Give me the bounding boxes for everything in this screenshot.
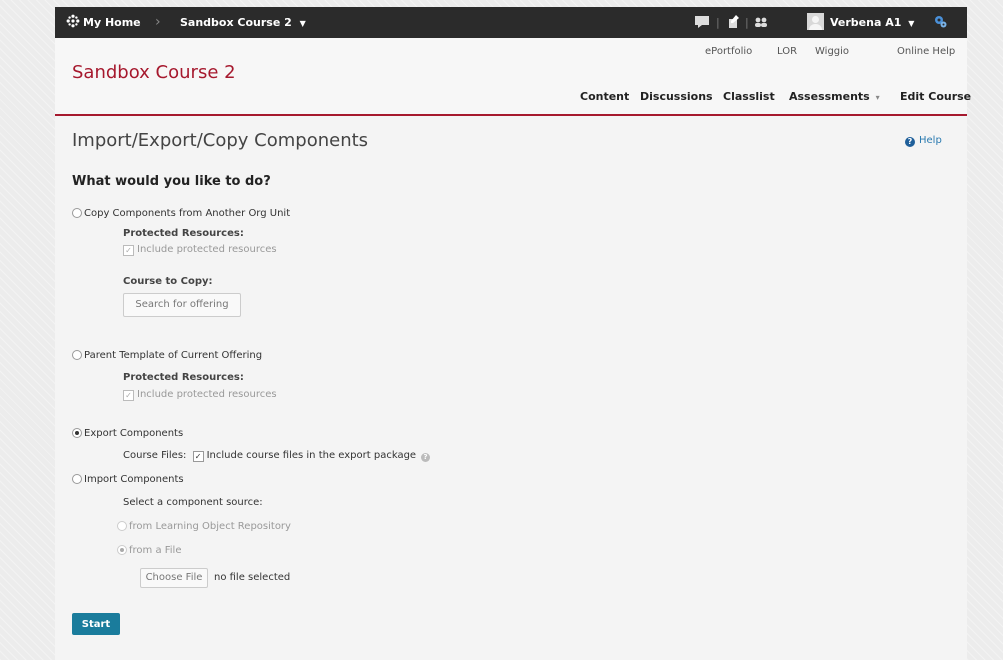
help-link[interactable]: ? Help bbox=[905, 135, 942, 147]
pencil-icon[interactable] bbox=[727, 7, 739, 38]
source-lor-option: from Learning Object Repository bbox=[117, 521, 291, 532]
parent-template-label: Parent Template of Current Offering bbox=[84, 350, 263, 361]
choose-file-button[interactable]: Choose File bbox=[140, 568, 208, 588]
top-navbar: My Home › Sandbox Course 2 ▼ | | Verbena… bbox=[55, 7, 967, 38]
copy-label: Copy Components from Another Org Unit bbox=[84, 208, 291, 219]
option-import[interactable]: Import Components bbox=[72, 474, 184, 485]
course-selector[interactable]: Sandbox Course 2 ▼ bbox=[180, 7, 306, 38]
course-selector-label: Sandbox Course 2 bbox=[180, 16, 292, 29]
caret-down-icon: ▼ bbox=[299, 19, 306, 28]
help-icon: ? bbox=[905, 137, 915, 147]
parent-protected-label: Include protected resources bbox=[137, 389, 277, 400]
source-file-option: from a File bbox=[117, 545, 182, 556]
parent-protected-option: ✓ Include protected resources bbox=[123, 389, 277, 401]
copy-radio[interactable] bbox=[72, 208, 82, 218]
source-file-label: from a File bbox=[129, 545, 182, 556]
separator: | bbox=[716, 16, 720, 29]
nav-discussions[interactable]: Discussions bbox=[640, 90, 713, 103]
parent-template-radio[interactable] bbox=[72, 350, 82, 360]
import-label: Import Components bbox=[84, 474, 184, 485]
source-file-radio bbox=[117, 545, 127, 555]
copy-protected-label: Include protected resources bbox=[137, 244, 277, 255]
chevron-right-icon: › bbox=[155, 14, 161, 30]
user-name: Verbena A1 bbox=[830, 16, 902, 29]
search-offering-button[interactable]: Search for offering bbox=[123, 293, 241, 317]
component-source-prompt: Select a component source: bbox=[123, 497, 263, 508]
caret-down-icon: ▼ bbox=[908, 19, 915, 28]
my-home-label: My Home bbox=[83, 16, 141, 29]
caret-down-icon: ▾ bbox=[875, 93, 880, 102]
source-lor-radio bbox=[117, 521, 127, 531]
course-header: Sandbox Course 2 ePortfolio LOR Wiggio O… bbox=[55, 38, 971, 116]
parent-protected-heading: Protected Resources: bbox=[123, 372, 244, 383]
avatar bbox=[807, 13, 824, 30]
nav-edit-course[interactable]: Edit Course bbox=[900, 90, 971, 103]
nav-assessments[interactable]: Assessments ▾ bbox=[789, 90, 880, 103]
course-files-checkbox-label: Include course files in the export packa… bbox=[206, 450, 417, 461]
option-export[interactable]: Export Components bbox=[72, 428, 183, 439]
course-files-row: Course Files: ✓ Include course files in t… bbox=[123, 450, 431, 462]
question-heading: What would you like to do? bbox=[72, 174, 271, 189]
link-online-help[interactable]: Online Help bbox=[897, 46, 955, 57]
message-icon[interactable] bbox=[695, 7, 709, 38]
course-files-checkbox[interactable]: ✓ bbox=[192, 451, 204, 462]
gear-icon[interactable] bbox=[934, 7, 947, 38]
daisy-logo-icon bbox=[66, 14, 80, 28]
import-radio[interactable] bbox=[72, 474, 82, 484]
my-home-link[interactable]: My Home bbox=[66, 7, 141, 38]
option-copy[interactable]: Copy Components from Another Org Unit bbox=[72, 208, 290, 219]
copy-protected-heading: Protected Resources: bbox=[123, 228, 244, 239]
option-parent-template[interactable]: Parent Template of Current Offering bbox=[72, 350, 262, 361]
separator: | bbox=[745, 16, 749, 29]
main-content: Import/Export/Copy Components ? Help What… bbox=[55, 116, 967, 660]
question-icon[interactable]: ? bbox=[421, 453, 431, 462]
user-menu[interactable]: Verbena A1 ▼ bbox=[807, 7, 914, 38]
course-title[interactable]: Sandbox Course 2 bbox=[72, 62, 236, 83]
nav-classlist[interactable]: Classlist bbox=[723, 90, 775, 103]
course-to-copy-heading: Course to Copy: bbox=[123, 276, 213, 287]
course-files-label: Course Files: bbox=[123, 450, 187, 461]
file-status: no file selected bbox=[214, 572, 291, 583]
link-wiggio[interactable]: Wiggio bbox=[815, 46, 849, 57]
source-lor-label: from Learning Object Repository bbox=[129, 521, 291, 532]
link-eportfolio[interactable]: ePortfolio bbox=[705, 46, 752, 57]
nav-assessments-label: Assessments bbox=[789, 90, 870, 103]
link-lor[interactable]: LOR bbox=[777, 46, 797, 57]
copy-protected-checkbox: ✓ bbox=[123, 245, 134, 256]
export-radio[interactable] bbox=[72, 428, 82, 438]
parent-protected-checkbox: ✓ bbox=[123, 390, 134, 401]
nav-content[interactable]: Content bbox=[580, 90, 629, 103]
people-icon[interactable] bbox=[754, 7, 768, 38]
export-label: Export Components bbox=[84, 428, 184, 439]
start-button[interactable]: Start bbox=[72, 613, 120, 635]
help-label: Help bbox=[919, 135, 942, 146]
copy-protected-option: ✓ Include protected resources bbox=[123, 244, 277, 256]
page-title: Import/Export/Copy Components bbox=[72, 130, 369, 151]
